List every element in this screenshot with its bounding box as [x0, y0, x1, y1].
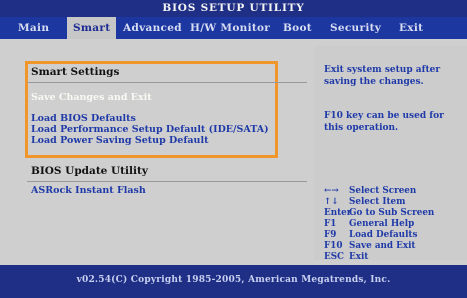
tab-security[interactable]: Security: [330, 17, 381, 39]
smart-settings-title: Smart Settings: [31, 66, 120, 78]
key-description: Load Defaults: [349, 230, 418, 240]
tab-exit[interactable]: Exit: [399, 17, 423, 39]
key-description: Go to Sub Screen: [349, 208, 435, 218]
tab-boot[interactable]: Boot: [283, 17, 312, 39]
footer: v02.54(C) Copyright 1985-2005, American …: [0, 265, 467, 298]
copyright-text: v02.54(C) Copyright 1985-2005, American …: [76, 275, 391, 285]
arrow-up-down-icon: ↑↓: [324, 197, 339, 207]
section-divider: [27, 82, 307, 83]
f1-key: F1: [324, 219, 337, 229]
load-power-saving-defaults-item[interactable]: Load Power Saving Setup Default: [31, 135, 208, 146]
load-performance-defaults-item[interactable]: Load Performance Setup Default (IDE/SATA…: [31, 124, 269, 135]
bios-update-utility-title: BIOS Update Utility: [31, 165, 148, 177]
app-title: BIOS SETUP UTILITY: [162, 2, 305, 14]
menu-bar: Main Smart Advanced H/W Monitor Boot Sec…: [0, 17, 467, 39]
help-text-exit: Exit system setup after saving the chang…: [324, 65, 441, 87]
save-changes-and-exit-item[interactable]: Save Changes and Exit: [31, 92, 152, 103]
key-description: Select Item: [349, 197, 406, 207]
tab-hw-monitor[interactable]: H/W Monitor: [190, 17, 270, 39]
enter-key: Enter: [324, 208, 352, 218]
title-bar: BIOS SETUP UTILITY: [0, 0, 467, 17]
key-description: Select Screen: [349, 186, 417, 196]
arrow-left-right-icon: ←→: [324, 186, 339, 196]
section-divider: [27, 181, 307, 182]
tab-smart[interactable]: Smart: [67, 17, 117, 39]
tab-advanced[interactable]: Advanced: [123, 17, 182, 39]
tab-main[interactable]: Main: [18, 17, 49, 39]
key-description: Exit: [349, 252, 369, 262]
f9-key: F9: [324, 230, 337, 240]
f10-key: F10: [324, 241, 343, 251]
load-bios-defaults-item[interactable]: Load BIOS Defaults: [31, 113, 136, 124]
key-description: Save and Exit: [349, 241, 416, 251]
asrock-instant-flash-item[interactable]: ASRock Instant Flash: [31, 185, 146, 196]
key-description: General Help: [349, 219, 415, 229]
bios-screen: BIOS SETUP UTILITY Main Smart Advanced H…: [0, 0, 467, 298]
esc-key: ESC: [324, 252, 345, 262]
help-text-f10: F10 key can be used for this operation.: [324, 111, 444, 133]
